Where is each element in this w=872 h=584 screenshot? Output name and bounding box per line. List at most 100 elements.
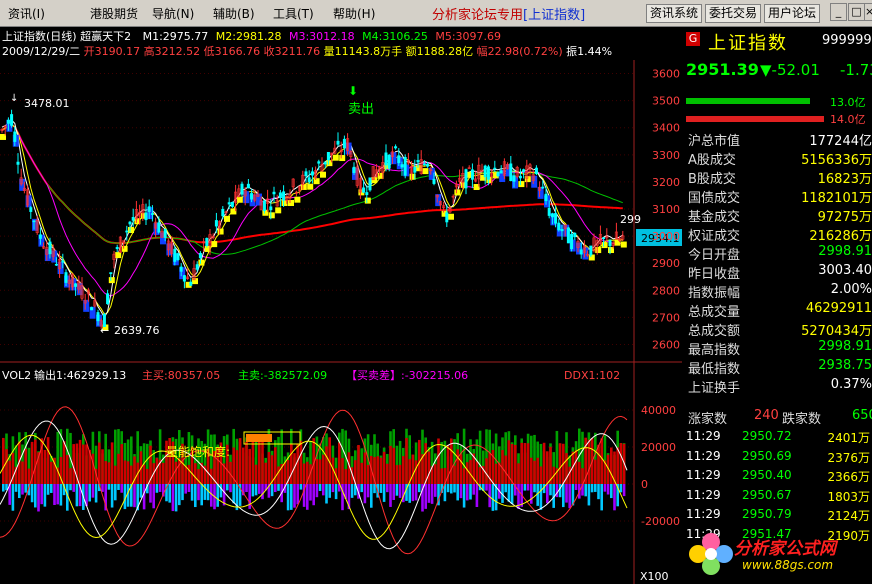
candle-body [566,227,570,244]
vol-red-bar [619,443,623,484]
quote-row-label: 沪总市值 [688,134,741,149]
low-arrow: ← [100,324,109,337]
vol-neg-bar [430,484,434,504]
vol-red-bar [174,461,178,484]
vol-red-bar [594,459,597,484]
forum-button[interactable]: 用户论坛 [764,4,821,23]
quote-row-label: 国债成交 [688,191,741,206]
quote-row-label: B股成交 [688,172,736,187]
vol-neg-bar [72,484,75,492]
up-band-block [364,197,371,204]
vol-output-label: 输出1:462929.13 [34,368,126,382]
vol-neg-bar [197,484,200,501]
vol-red-bar [258,438,261,484]
watermark-logo: 分析家公式网 www.88gs.com [682,528,872,584]
quote-row-value: 216286万 [809,229,872,244]
up-band-block [275,207,282,214]
vol-red-bar [434,464,437,484]
candle-body [589,245,593,256]
quote-row-value: 2.00% [830,282,872,297]
candle-body [368,177,372,191]
maximize-button[interactable]: □ [848,3,865,21]
candle-body [195,264,199,270]
vol-red-bar [366,464,370,484]
vol-red-bar [379,457,383,484]
quote-title: 上证指数 [708,33,788,54]
vol-red-bar [485,458,488,484]
sell-signal-label: 卖出 [348,102,374,117]
vol-neg-bar [590,484,594,493]
menu-assist[interactable]: 辅助(B) [213,5,255,22]
quote-row: A股成交 5156336万 [688,149,872,168]
quote-row-value: 2998.91 [818,339,872,354]
vol-neg-bar [453,484,456,493]
vol-neg-bar [21,484,24,495]
vol-neg-bar [392,484,395,500]
vol-neg-bar [360,484,363,493]
info-system-button[interactable]: 资讯系统 [646,4,703,23]
candle-body [554,213,558,224]
vol-red-bar [318,459,322,484]
vol-neg-bar [475,484,479,508]
menu-navigate[interactable]: 导航(N) [152,5,194,22]
stock-badge: G [686,32,700,46]
trade-button[interactable]: 委托交易 [705,4,762,23]
quote-row-value: 97275万 [817,210,872,225]
vol-red-bar [242,447,245,484]
tick-row: 11:29 2950.79 2124万 [686,507,872,525]
vol-red-bar [283,462,287,484]
vol-red-bar [126,461,130,484]
quote-row: 总成交量 46292911 [688,301,872,320]
vol-red-bar [155,457,159,484]
vol-neg-bar [331,484,335,493]
menu-hk-futures[interactable]: 港股期货 [90,5,138,22]
right-edge-label: 299 [620,213,641,226]
candle-body [150,213,154,215]
vol-neg-bar [53,484,56,506]
vol-neg-bar [94,484,98,503]
vol-red-bar [526,443,530,484]
candle-body [269,206,273,211]
quote-row-label: 上证换手 [688,381,741,396]
vol-neg-bar [30,484,34,503]
candle-body [278,192,282,198]
candle-body [179,266,183,272]
up-band-block [224,215,230,222]
vol-neg-bar [293,484,296,508]
quote-row: 最高指数 2998.91 [688,339,872,358]
candle-body [464,169,468,189]
candle-body [400,164,404,168]
menu-help[interactable]: 帮助(H) [333,5,375,22]
vol-neg-bar [408,484,411,503]
vol-red-bar [402,456,405,484]
vol-neg-bar [171,484,175,512]
candle-body [310,171,314,176]
vol-neg-bar [232,484,235,504]
menu-info[interactable]: 资讯(I) [8,5,45,22]
candle-body [422,163,426,166]
tick-row: 11:29 2950.40 2366万 [686,468,872,486]
up-band-block [128,227,134,234]
quote-row-label: 最高指数 [688,343,741,358]
menu-bar: 资讯(I) 港股期货 导航(N) 辅助(B) 工具(T) 帮助(H) 分析家论坛… [0,0,872,27]
vol-red-bar [514,444,517,484]
close-button[interactable]: × [864,3,872,21]
candle-body [534,167,538,174]
minimize-button[interactable]: _ [830,3,847,21]
up-band-block [268,212,275,219]
vol-neg-bar [312,484,315,506]
vol-neg-bar [370,484,373,508]
quote-row: 国债成交 1182101万 [688,187,872,206]
candle-body [144,212,148,221]
quote-row-label: 权证成交 [688,229,741,244]
price-tick-label: 3300 [652,149,680,162]
candle-body [579,249,583,255]
up-band-block [620,241,627,248]
quote-row: 总成交额 5270434万 [688,320,872,339]
menu-tools[interactable]: 工具(T) [273,5,314,22]
vol-red-bar [261,440,264,484]
kline-chart[interactable]: 3478.01 2639.76 ↓ ← ⬇ 卖出 299 2934.1 3600… [0,28,682,584]
vol-neg-bar [530,484,533,504]
vol-diff-label: 【买卖差】:-302215.06 [346,368,468,382]
candle-body [570,233,574,250]
